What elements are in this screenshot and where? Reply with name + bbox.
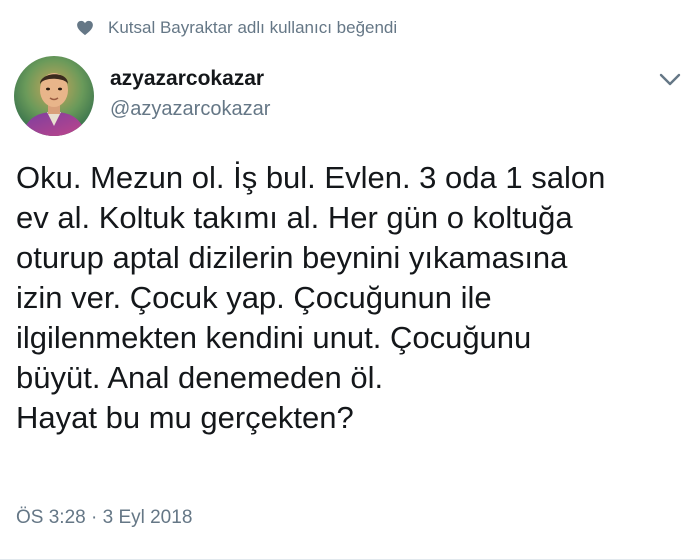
author-block: azyazarcokazar @azyazarcokazar (110, 66, 270, 122)
author-display-name[interactable]: azyazarcokazar (110, 66, 270, 92)
author-handle[interactable]: @azyazarcokazar (110, 96, 270, 122)
avatar[interactable] (14, 56, 94, 136)
heart-icon (76, 19, 94, 37)
tweet-header: azyazarcokazar @azyazarcokazar (14, 56, 686, 136)
tweet-timestamp[interactable]: ÖS 3:28 · 3 Eyl 2018 (16, 507, 192, 529)
tweet-text: Oku. Mezun ol. İş bul. Evlen. 3 oda 1 sa… (16, 160, 606, 435)
social-context: Kutsal Bayraktar adlı kullanıcı beğendi (76, 18, 397, 38)
social-context-text[interactable]: Kutsal Bayraktar adlı kullanıcı beğendi (108, 18, 397, 38)
chevron-down-icon[interactable] (656, 66, 684, 94)
